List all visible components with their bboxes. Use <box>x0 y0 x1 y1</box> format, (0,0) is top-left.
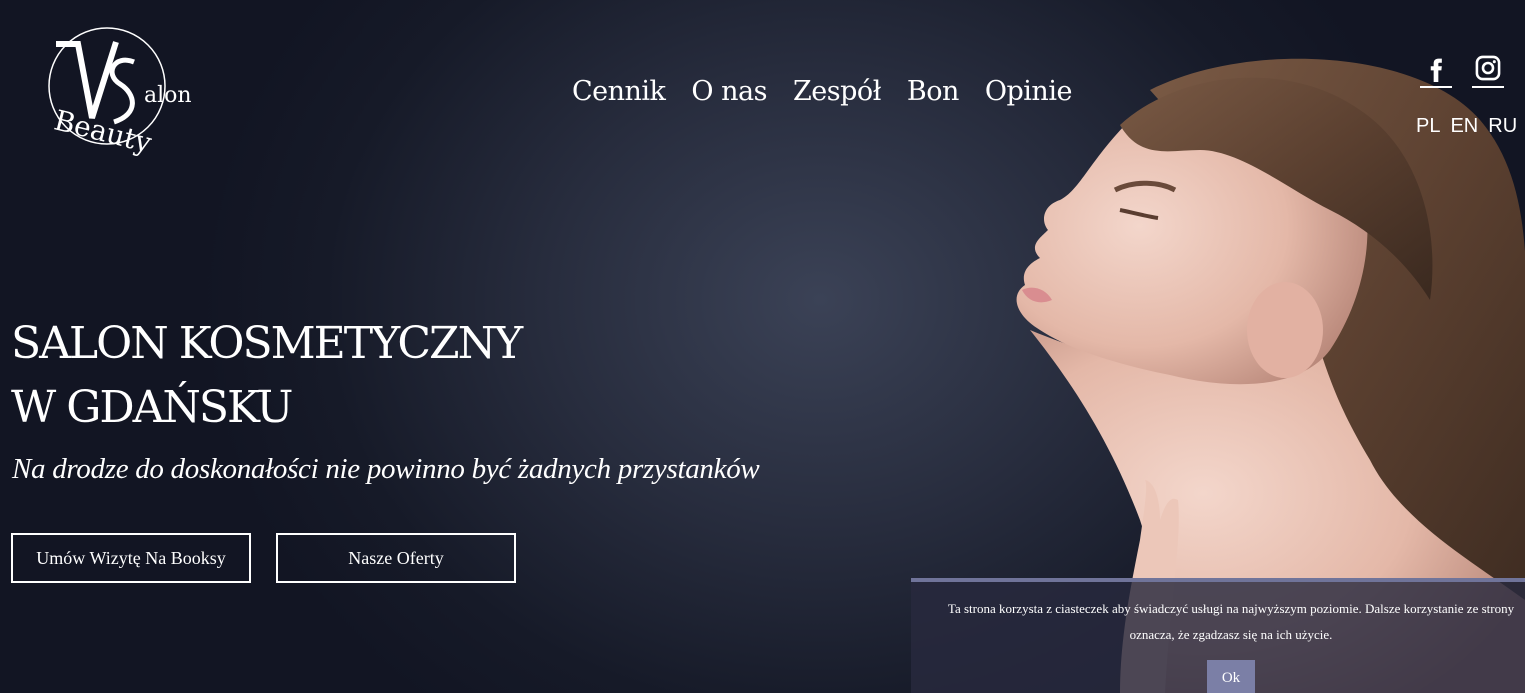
hero-title-line1: SALON KOSMETYCZNY <box>11 318 523 369</box>
language-switcher: PL EN RU <box>1416 115 1517 138</box>
hero-subtitle: Na drodze do doskonałości nie powinno by… <box>12 453 760 485</box>
cookie-text: Ta strona korzysta z ciasteczek aby świa… <box>947 601 1515 642</box>
nav-item-cennik[interactable]: Cennik <box>572 76 666 107</box>
nav-item-opinie[interactable]: Opinie <box>985 76 1073 107</box>
our-offers-button[interactable]: Nasze Oferty <box>276 533 516 583</box>
logo-word-beauty: Beauty <box>51 104 155 160</box>
nav-item-bon[interactable]: Bon <box>907 76 960 107</box>
nav-item-zespol[interactable]: Zespół <box>793 76 881 107</box>
logo-word-alon: alon <box>144 83 192 108</box>
instagram-icon[interactable] <box>1472 54 1504 88</box>
nav-item-o-nas[interactable]: O nas <box>691 76 767 107</box>
cookie-banner: Ta strona korzysta z ciasteczek aby świa… <box>911 578 1525 693</box>
book-on-booksy-button[interactable]: Umów Wizytę Na Booksy <box>11 533 251 583</box>
main-nav: Cennik O nas Zespół Bon Opinie <box>572 76 1072 107</box>
lang-ru[interactable]: RU <box>1488 115 1517 138</box>
hero-title: SALON KOSMETYCZNY W GDAŃSKU <box>11 312 523 440</box>
lang-en[interactable]: EN <box>1450 115 1478 138</box>
social-links <box>1420 54 1504 88</box>
hero-title-line2: W GDAŃSKU <box>11 382 293 433</box>
facebook-icon[interactable] <box>1420 54 1452 88</box>
salon-logo[interactable]: alon Beauty <box>44 14 194 174</box>
cookie-ok-button[interactable]: Ok <box>1207 660 1255 693</box>
lang-pl[interactable]: PL <box>1416 115 1440 138</box>
